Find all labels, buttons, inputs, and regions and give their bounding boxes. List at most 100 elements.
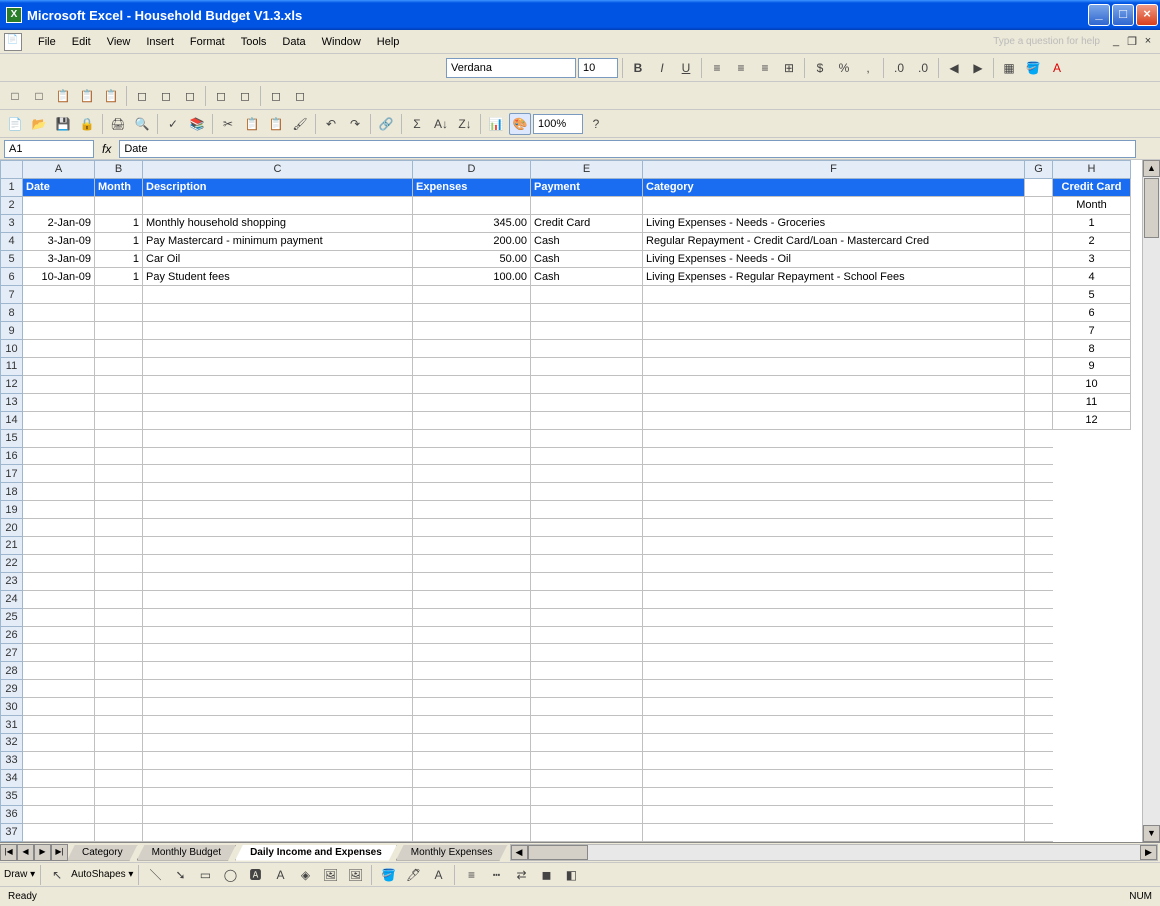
sheet-tab-category[interactable]: Category	[67, 845, 138, 861]
table-row[interactable]: 25	[1, 608, 1131, 626]
draw-menu[interactable]: Draw ▾	[4, 869, 35, 880]
row-header[interactable]: 29	[1, 680, 23, 698]
row-header[interactable]: 10	[1, 340, 23, 358]
custom-button-10[interactable]: ◻	[234, 85, 256, 107]
row-header[interactable]: 26	[1, 626, 23, 644]
custom-button-4[interactable]: 📋	[76, 85, 98, 107]
percent-button[interactable]: %	[833, 57, 855, 79]
custom-button-11[interactable]: ◻	[265, 85, 287, 107]
format-painter-button[interactable]: 🖌	[289, 113, 311, 135]
scroll-left-icon[interactable]: ◀	[511, 845, 528, 860]
save-button[interactable]: 💾	[52, 113, 74, 135]
hyperlink-button[interactable]: 🔗	[375, 113, 397, 135]
row-header[interactable]: 17	[1, 465, 23, 483]
table-row[interactable]: 6 10-Jan-09 1 Pay Student fees 100.00 Ca…	[1, 268, 1131, 286]
undo-button[interactable]: ↶	[320, 113, 342, 135]
clipart-icon[interactable]: 🖼	[319, 864, 341, 886]
row-header[interactable]: 35	[1, 787, 23, 805]
permission-button[interactable]: 🔒	[76, 113, 98, 135]
line-style-icon[interactable]: ≡	[460, 864, 482, 886]
menu-file[interactable]: File	[30, 33, 64, 51]
table-row[interactable]: 1 Date Month Description Expenses Paymen…	[1, 178, 1131, 196]
row-header[interactable]: 5	[1, 250, 23, 268]
custom-button-7[interactable]: ◻	[155, 85, 177, 107]
row-header[interactable]: 27	[1, 644, 23, 662]
sheet-tab-monthly-budget[interactable]: Monthly Budget	[137, 845, 237, 861]
research-button[interactable]: 📚	[186, 113, 208, 135]
scroll-up-icon[interactable]: ▲	[1143, 160, 1160, 177]
row-header[interactable]: 14	[1, 411, 23, 429]
line-color-icon[interactable]: 🖊	[402, 864, 424, 886]
align-right-button[interactable]: ≡	[754, 57, 776, 79]
table-row[interactable]: 97	[1, 322, 1131, 340]
redo-button[interactable]: ↷	[344, 113, 366, 135]
row-header[interactable]: 20	[1, 519, 23, 537]
table-row[interactable]: 23	[1, 572, 1131, 590]
table-row[interactable]: 1412	[1, 411, 1131, 429]
maximize-button[interactable]: □	[1112, 4, 1134, 26]
line-icon[interactable]: ＼	[144, 864, 166, 886]
table-row[interactable]: 30	[1, 698, 1131, 716]
doc-restore-button[interactable]: ❐	[1124, 35, 1140, 49]
paste-button[interactable]: 📋	[265, 113, 287, 135]
borders-button[interactable]: ▦	[998, 57, 1020, 79]
table-row[interactable]: 19	[1, 501, 1131, 519]
sort-desc-button[interactable]: Z↓	[454, 113, 476, 135]
vertical-scrollbar[interactable]: ▲ ▼	[1142, 160, 1160, 842]
tab-nav-prev-icon[interactable]: ◀	[17, 844, 34, 861]
col-header-b[interactable]: B	[95, 161, 143, 179]
table-row[interactable]: 21	[1, 537, 1131, 555]
row-header[interactable]: 37	[1, 823, 23, 841]
cut-button[interactable]: ✂	[217, 113, 239, 135]
drawing-button[interactable]: 🎨	[509, 113, 531, 135]
rectangle-icon[interactable]: ▭	[194, 864, 216, 886]
custom-button-3[interactable]: 📋	[52, 85, 74, 107]
row-header[interactable]: 15	[1, 429, 23, 447]
font-color-icon[interactable]: A	[427, 864, 449, 886]
sort-asc-button[interactable]: A↓	[430, 113, 452, 135]
row-header[interactable]: 11	[1, 357, 23, 375]
textbox-icon[interactable]: 🅰	[244, 864, 266, 886]
row-header[interactable]: 22	[1, 554, 23, 572]
row-header[interactable]: 16	[1, 447, 23, 465]
name-box[interactable]: A1	[4, 140, 94, 158]
merge-center-button[interactable]: ⊞	[778, 57, 800, 79]
italic-button[interactable]: I	[651, 57, 673, 79]
horizontal-scrollbar[interactable]: ◀ ▶	[510, 844, 1158, 861]
menu-edit[interactable]: Edit	[64, 33, 99, 51]
fill-color-icon[interactable]: 🪣	[377, 864, 399, 886]
arrow-style-icon[interactable]: ⇄	[510, 864, 532, 886]
print-preview-button[interactable]: 🔍	[131, 113, 153, 135]
table-row[interactable]: 1311	[1, 393, 1131, 411]
hscroll-thumb[interactable]	[528, 845, 588, 860]
col-header-e[interactable]: E	[531, 161, 643, 179]
spreadsheet-grid[interactable]: A B C D E F G H 1 Date Month Description…	[0, 160, 1131, 842]
comma-button[interactable]: ,	[857, 57, 879, 79]
dash-style-icon[interactable]: ┅	[485, 864, 507, 886]
table-row[interactable]: 22	[1, 554, 1131, 572]
sheet-tab-daily[interactable]: Daily Income and Expenses	[235, 845, 397, 861]
table-row[interactable]: 16	[1, 447, 1131, 465]
row-header[interactable]: 7	[1, 286, 23, 304]
row-header[interactable]: 13	[1, 393, 23, 411]
row-header[interactable]: 19	[1, 501, 23, 519]
font-selector[interactable]: Verdana	[446, 58, 576, 78]
col-header-a[interactable]: A	[23, 161, 95, 179]
doc-minimize-button[interactable]: _	[1108, 35, 1124, 49]
row-header[interactable]: 21	[1, 537, 23, 555]
copy-button[interactable]: 📋	[241, 113, 263, 135]
chart-wizard-button[interactable]: 📊	[485, 113, 507, 135]
increase-decimal-button[interactable]: .0	[888, 57, 910, 79]
menu-view[interactable]: View	[99, 33, 139, 51]
menu-tools[interactable]: Tools	[233, 33, 275, 51]
table-row[interactable]: 31	[1, 716, 1131, 734]
tab-nav-last-icon[interactable]: ▶|	[51, 844, 68, 861]
new-button[interactable]: 📄	[4, 113, 26, 135]
3d-icon[interactable]: ◧	[560, 864, 582, 886]
help-search-box[interactable]: Type a question for help	[993, 36, 1108, 47]
row-header[interactable]: 9	[1, 322, 23, 340]
table-row[interactable]: 32	[1, 734, 1131, 752]
custom-button-8[interactable]: ◻	[179, 85, 201, 107]
font-size-selector[interactable]: 10	[578, 58, 618, 78]
align-left-button[interactable]: ≡	[706, 57, 728, 79]
